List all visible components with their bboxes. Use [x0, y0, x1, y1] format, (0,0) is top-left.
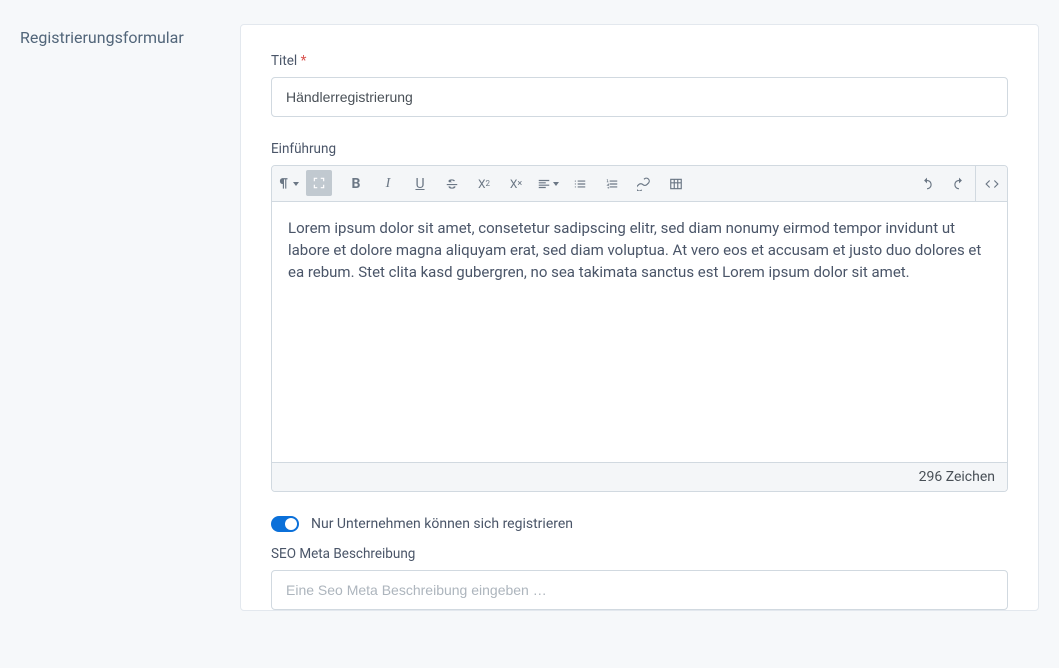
editor-content[interactable]: Lorem ipsum dolor sit amet, consetetur s…	[272, 202, 1007, 462]
form-card: Titel * Einführung B	[240, 24, 1039, 611]
title-input[interactable]	[271, 77, 1008, 117]
company-only-label: Nur Unternehmen können sich registrieren	[311, 516, 573, 532]
fullscreen-icon[interactable]	[306, 170, 332, 196]
redo-icon[interactable]	[943, 166, 975, 201]
editor-toolbar: B I U X2 X×	[272, 166, 1007, 202]
title-label: Titel *	[271, 53, 1008, 69]
superscript-icon[interactable]: X2	[468, 166, 500, 201]
undo-icon[interactable]	[911, 166, 943, 201]
table-icon[interactable]	[660, 166, 692, 201]
seo-label: SEO Meta Beschreibung	[271, 546, 1008, 562]
seo-input[interactable]	[271, 570, 1008, 610]
underline-icon[interactable]: U	[404, 166, 436, 201]
company-only-toggle-row: Nur Unternehmen können sich registrieren	[271, 516, 1008, 532]
clear-format-icon[interactable]: X×	[500, 166, 532, 201]
section-title: Registrierungsformular	[20, 24, 220, 611]
intro-label: Einführung	[271, 141, 1008, 157]
title-field-group: Titel *	[271, 53, 1008, 117]
link-icon[interactable]	[628, 166, 660, 201]
richtext-editor: B I U X2 X×	[271, 165, 1008, 492]
required-mark: *	[301, 53, 307, 69]
align-icon[interactable]	[532, 166, 564, 201]
char-counter: 296 Zeichen	[272, 462, 1007, 491]
company-only-toggle[interactable]	[271, 516, 299, 532]
seo-field-group: SEO Meta Beschreibung	[271, 546, 1008, 610]
italic-icon[interactable]: I	[372, 166, 404, 201]
paragraph-format-icon[interactable]	[272, 166, 304, 201]
ordered-list-icon[interactable]	[596, 166, 628, 201]
intro-field-group: Einführung B I U	[271, 141, 1008, 492]
strikethrough-icon[interactable]	[436, 166, 468, 201]
code-view-icon[interactable]	[975, 166, 1007, 201]
unordered-list-icon[interactable]	[564, 166, 596, 201]
bold-icon[interactable]: B	[340, 166, 372, 201]
title-label-text: Titel	[271, 53, 297, 69]
